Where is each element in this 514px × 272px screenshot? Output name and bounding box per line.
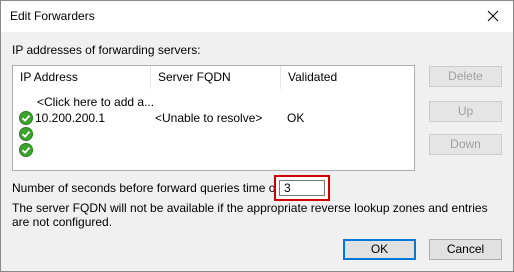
edit-forwarders-dialog: Edit Forwarders IP addresses of forwardi… — [0, 0, 514, 272]
ip-address-cell: 10.200.200.1 — [35, 111, 106, 125]
green-check-icon — [19, 111, 33, 125]
delete-button-label: Delete — [448, 69, 483, 83]
add-new-placeholder[interactable]: <Click here to add a... — [37, 94, 153, 111]
timeout-label: Number of seconds before forward queries… — [12, 181, 289, 195]
down-button[interactable]: Down — [429, 134, 502, 155]
delete-button[interactable]: Delete — [429, 66, 502, 87]
table-row[interactable] — [13, 142, 414, 159]
forwarders-group-label: IP addresses of forwarding servers: — [12, 43, 201, 57]
down-button-label: Down — [450, 137, 481, 151]
column-header-server-fqdn[interactable]: Server FQDN — [151, 66, 281, 89]
forwarders-list[interactable]: IP Address Server FQDN Validated <Click … — [12, 65, 415, 171]
cancel-button-label: Cancel — [446, 242, 485, 256]
cancel-button[interactable]: Cancel — [429, 239, 502, 260]
close-icon[interactable] — [483, 6, 503, 26]
add-new-row[interactable]: <Click here to add a... — [13, 94, 414, 111]
title-bar: Edit Forwarders — [1, 1, 513, 32]
dialog-title: Edit Forwarders — [10, 9, 95, 23]
green-check-icon — [19, 143, 33, 157]
fqdn-note: The server FQDN will not be available if… — [12, 201, 488, 229]
up-button[interactable]: Up — [429, 101, 502, 122]
timeout-seconds-input[interactable] — [279, 180, 325, 196]
validated-cell: OK — [287, 111, 305, 125]
ok-button[interactable]: OK — [343, 239, 416, 260]
ok-button-label: OK — [370, 242, 389, 256]
green-check-icon — [19, 127, 33, 141]
column-header-ip-address[interactable]: IP Address — [13, 66, 151, 89]
table-row[interactable] — [13, 126, 414, 143]
table-row[interactable]: 10.200.200.1 <Unable to resolve> OK — [13, 110, 414, 127]
column-header-validated[interactable]: Validated — [281, 66, 414, 89]
up-button-label: Up — [457, 104, 474, 118]
server-fqdn-cell: <Unable to resolve> — [155, 111, 263, 125]
timeout-highlight — [274, 175, 330, 201]
